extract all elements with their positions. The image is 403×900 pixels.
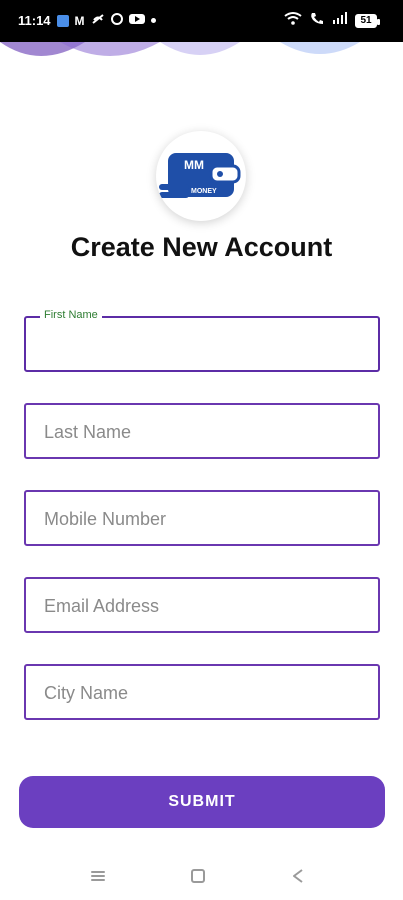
app-logo: MM MONEY [156, 131, 246, 221]
dot-icon [150, 18, 156, 23]
status-right: 51 [284, 11, 380, 30]
status-left: 11:14 M [18, 13, 156, 28]
first-name-field[interactable]: First Name [24, 309, 380, 372]
chat-icon [56, 14, 69, 27]
call-icon [309, 11, 325, 30]
first-name-label: First Name [40, 309, 102, 321]
mobile-number-placeholder: Mobile Number [44, 509, 167, 529]
battery-icon: 51 [355, 13, 380, 28]
last-name-placeholder: Last Name [44, 422, 132, 442]
email-address-field[interactable]: Email Address [24, 577, 380, 633]
gmail-icon: M [74, 13, 85, 28]
mute-icon [91, 13, 105, 28]
page-title: Create New Account [70, 232, 333, 262]
last-name-field[interactable]: Last Name [24, 403, 380, 459]
status-time: 11:14 [18, 13, 51, 28]
city-name-placeholder: City Name [44, 683, 129, 703]
logo-text-top: MM [184, 158, 204, 172]
system-navigation [0, 860, 403, 890]
logo-text-bottom: MONEY [191, 188, 217, 195]
email-address-placeholder: Email Address [44, 596, 160, 616]
opera-icon [110, 13, 123, 28]
status-bar: 11:14 M 51 [0, 0, 403, 42]
back-icon[interactable] [286, 864, 310, 888]
home-icon[interactable] [186, 864, 210, 888]
city-name-field[interactable]: City Name [24, 664, 380, 720]
mobile-number-field[interactable]: Mobile Number [24, 490, 380, 546]
menu-icon[interactable] [86, 864, 110, 888]
signal-icon [332, 11, 348, 30]
wifi-icon [284, 11, 302, 30]
submit-button[interactable]: SUBMIT [19, 776, 385, 828]
wallet-logo-icon: MM MONEY [159, 153, 241, 198]
youtube-icon [128, 13, 145, 28]
